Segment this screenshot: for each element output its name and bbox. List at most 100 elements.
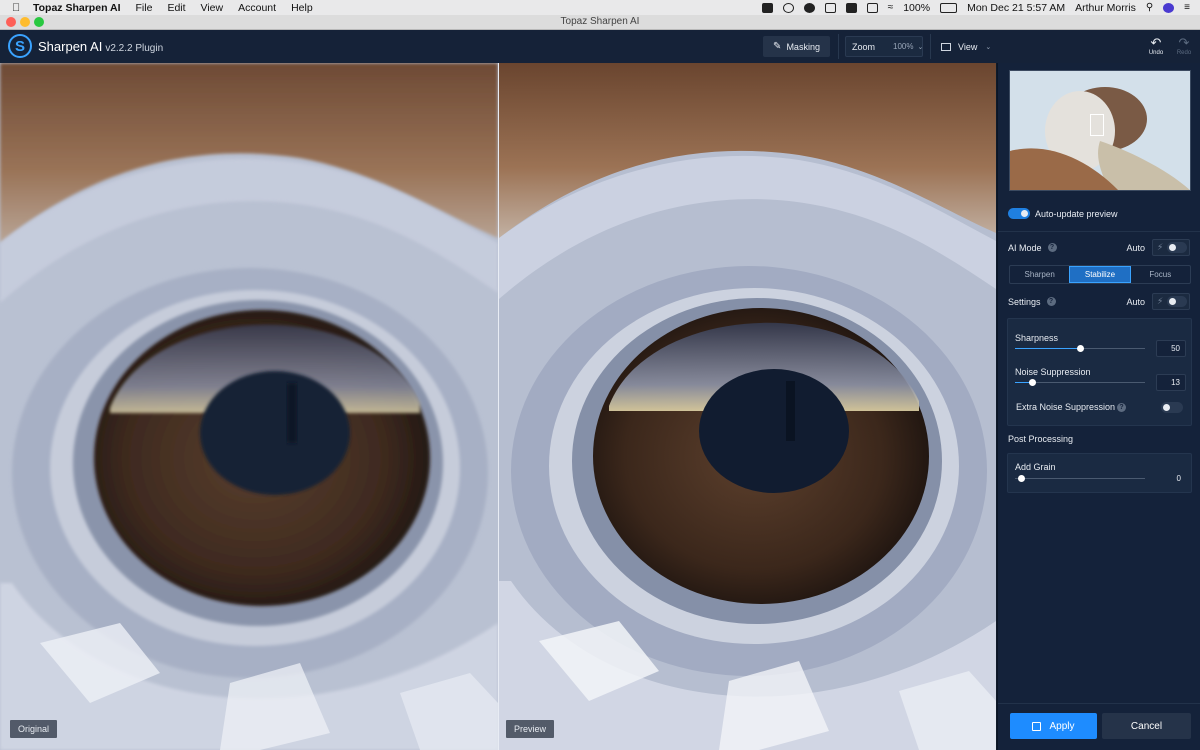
help-icon[interactable]: ? — [1047, 243, 1057, 252]
view-label: View — [958, 41, 978, 52]
settings-label: Settings — [1008, 296, 1041, 307]
menu-account[interactable]: Account — [238, 2, 276, 14]
original-image-pane[interactable]: Original — [0, 63, 498, 750]
ai-mode-auto-switch[interactable] — [1167, 242, 1188, 253]
add-grain-value: 0 — [1176, 474, 1181, 483]
menu-bar:  Topaz Sharpen AI File Edit View Accoun… — [0, 0, 1200, 15]
menu-edit[interactable]: Edit — [167, 2, 185, 14]
brand-name: Sharpen AI — [38, 39, 103, 54]
control-center-icon[interactable]: ≡ — [1184, 2, 1190, 13]
sharpness-value-input[interactable]: 50 — [1156, 340, 1186, 357]
header-separator — [838, 34, 839, 59]
chevron-down-icon: ⌄ — [985, 43, 992, 51]
window-title: Topaz Sharpen AI — [560, 16, 640, 27]
apple-icon[interactable]:  — [12, 2, 25, 14]
add-grain-label: Add Grain — [1015, 462, 1056, 472]
settings-panel: Sharpness 50 Noise Suppression 13 Extra … — [1007, 318, 1192, 426]
apply-button[interactable]: Apply — [1010, 713, 1097, 739]
mode-focus[interactable]: Focus — [1131, 266, 1190, 283]
noise-knob[interactable] — [1028, 379, 1036, 386]
preview-label: Preview — [506, 720, 555, 738]
extra-noise-toggle[interactable] — [1161, 402, 1183, 413]
cancel-label: Cancel — [1130, 720, 1163, 732]
mode-stabilize[interactable]: Stabilize — [1069, 266, 1131, 283]
bolt-icon: ⚡︎ — [1157, 296, 1164, 306]
redo-button[interactable]: ↷ Redo — [1173, 36, 1195, 56]
status-tray: ≈ 100% Mon Dec 21 5:57 AM Arthur Morris … — [761, 0, 1190, 15]
topaz-logo-icon: S — [8, 34, 32, 58]
user-name[interactable]: Arthur Morris — [1075, 2, 1136, 14]
search-icon[interactable]: ⚲ — [1146, 2, 1153, 13]
original-eye-image — [0, 63, 498, 750]
app-brand: Sharpen AI v2.2.2 Plugin — [38, 39, 163, 54]
noise-suppression-slider[interactable] — [1015, 379, 1145, 386]
ai-mode-tabs: Sharpen Stabilize Focus — [1009, 265, 1191, 284]
ai-mode-auto-label: Auto — [1126, 242, 1145, 253]
menu-app-name[interactable]: Topaz Sharpen AI — [33, 2, 121, 14]
window-title-bar: Topaz Sharpen AI — [0, 15, 1200, 30]
camera-icon[interactable] — [761, 2, 773, 13]
brand-version: v2.2.2 Plugin — [105, 43, 164, 54]
sharpness-label: Sharpness — [1015, 333, 1059, 343]
zoom-label: Zoom — [852, 41, 876, 52]
help-icon[interactable]: ? — [1046, 297, 1056, 306]
menu-file[interactable]: File — [136, 2, 153, 14]
extra-noise-label: Extra Noise Suppression — [1016, 402, 1116, 412]
view-dropdown[interactable]: View ⌄ — [933, 36, 996, 57]
m-app-icon[interactable] — [845, 2, 857, 13]
noise-suppression-value-input[interactable]: 13 — [1156, 374, 1186, 391]
undo-label: Undo — [1148, 50, 1164, 56]
section-divider — [998, 231, 1200, 232]
wifi-icon[interactable]: ≈ — [888, 2, 894, 13]
settings-auto-label: Auto — [1126, 296, 1145, 307]
c-app-icon[interactable] — [824, 2, 836, 13]
cancel-button[interactable]: Cancel — [1102, 713, 1191, 739]
noise-suppression-label: Noise Suppression — [1015, 367, 1091, 377]
sharpness-slider[interactable] — [1015, 345, 1145, 352]
chevron-down-icon: ⌄ — [917, 43, 924, 51]
zoom-dropdown[interactable]: Zoom 100% ⌄ — [845, 36, 923, 57]
settings-auto-toggle[interactable]: ⚡︎ — [1152, 293, 1190, 310]
app-header: S Sharpen AI v2.2.2 Plugin ✎ Masking Zoom… — [0, 30, 1200, 63]
settings-sidebar: Auto-update preview AI Mode ? Auto ⚡︎ Sh… — [997, 63, 1200, 750]
undo-button[interactable]: ↶ Undo — [1145, 36, 1167, 56]
preview-eye-image — [499, 63, 996, 750]
footer-divider — [998, 703, 1200, 704]
ai-mode-auto-toggle[interactable]: ⚡︎ — [1152, 239, 1190, 256]
help-icon[interactable]: ? — [1117, 403, 1126, 412]
navigator-thumbnail[interactable] — [1009, 70, 1191, 191]
battery-percent: 100% — [903, 1, 931, 14]
view-layout-icon — [941, 42, 951, 51]
bolt-icon: ⚡︎ — [1157, 242, 1164, 252]
undo-icon: ↶ — [1150, 35, 1162, 50]
auto-update-toggle[interactable] — [1008, 208, 1030, 219]
auto-update-label: Auto-update preview — [1035, 208, 1118, 219]
navigator-viewport[interactable] — [1090, 114, 1104, 136]
menu-help[interactable]: Help — [291, 2, 313, 14]
creative-cloud-icon[interactable] — [782, 2, 794, 13]
apply-check-icon — [1032, 721, 1042, 731]
ai-mode-label: AI Mode — [1008, 242, 1042, 253]
masking-label: Masking — [786, 41, 820, 52]
screen-icon[interactable] — [866, 2, 878, 13]
settings-auto: Auto ⚡︎ — [1126, 293, 1190, 310]
preview-image-pane[interactable]: Preview — [499, 63, 996, 750]
settings-auto-switch[interactable] — [1167, 296, 1188, 307]
original-label: Original — [10, 720, 58, 738]
masking-button[interactable]: ✎ Masking — [763, 36, 830, 57]
s-app-icon[interactable] — [803, 2, 815, 13]
grain-knob[interactable] — [1018, 475, 1025, 482]
add-grain-slider[interactable] — [1015, 475, 1145, 482]
siri-icon[interactable] — [1163, 2, 1175, 13]
settings-row: Settings ? Auto ⚡︎ — [1008, 293, 1190, 310]
mode-sharpen[interactable]: Sharpen — [1010, 266, 1069, 283]
auto-update-row: Auto-update preview — [1008, 208, 1190, 219]
sharpness-knob[interactable] — [1077, 345, 1084, 352]
clock[interactable]: Mon Dec 21 5:57 AM — [967, 2, 1065, 14]
brush-icon: ✎ — [773, 41, 782, 52]
menu-view[interactable]: View — [201, 2, 224, 14]
ai-mode-auto: Auto ⚡︎ — [1126, 239, 1190, 256]
battery-icon[interactable] — [940, 2, 958, 13]
header-separator — [930, 34, 931, 59]
apply-label: Apply — [1049, 720, 1075, 732]
